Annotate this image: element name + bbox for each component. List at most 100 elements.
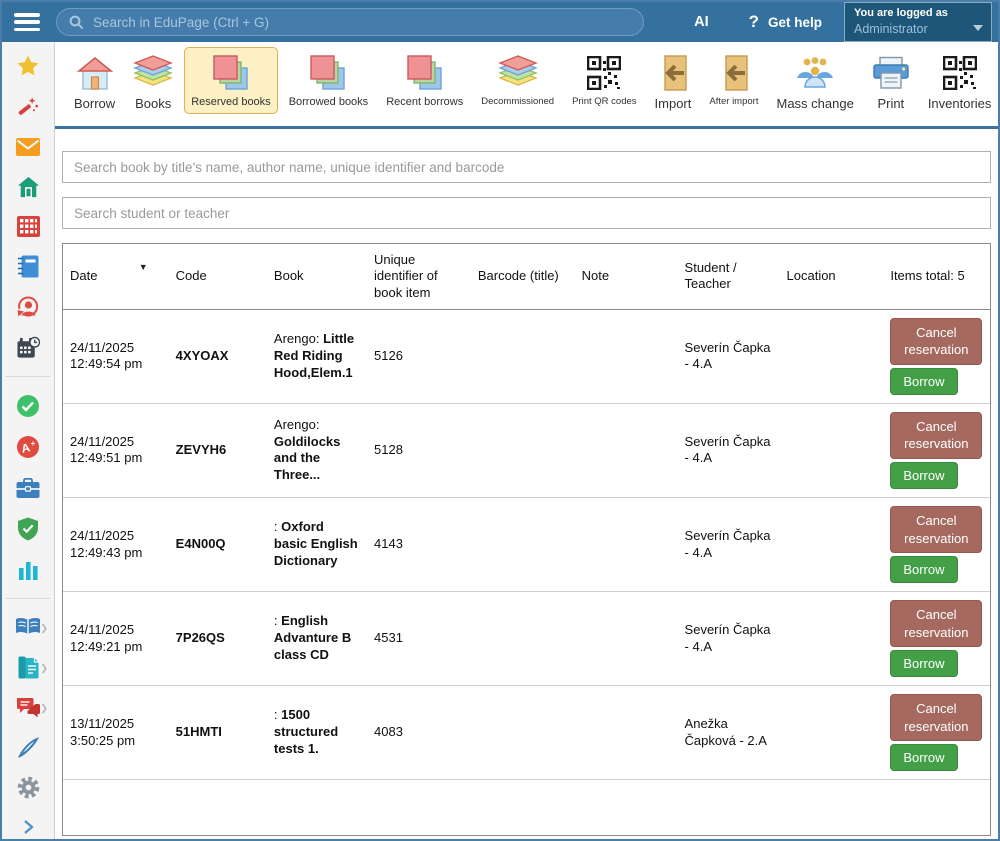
column-header-barcode[interactable]: Barcode (title): [471, 244, 575, 309]
toolbar-item-reserved-books[interactable]: Reserved books: [184, 47, 278, 114]
sidebar-item-substitution[interactable]: [15, 295, 41, 319]
toolbar-item-print[interactable]: Print: [865, 47, 917, 117]
toolbar-item-inventories[interactable]: Inventories: [921, 47, 999, 117]
column-header-location[interactable]: Location: [780, 244, 884, 309]
chat-bubbles-icon: [16, 697, 40, 718]
cell-note: [575, 592, 678, 686]
column-header-book[interactable]: Book: [267, 244, 367, 309]
content-area: Borrow Books Reserved books: [55, 42, 998, 839]
table-row: 24/11/202512:49:21 pm 7P26QS : English A…: [63, 592, 990, 686]
column-header-date[interactable]: ▼Date: [63, 244, 169, 309]
sidebar-item-security[interactable]: [15, 517, 41, 541]
cell-location: [780, 592, 884, 686]
toolbar-item-after-import[interactable]: After import: [702, 47, 765, 113]
sidebar-item-chat[interactable]: ❯: [15, 696, 41, 719]
cell-note: [575, 686, 678, 780]
cell-book: Arengo: Goldilocks and the Three...: [267, 403, 367, 497]
hamburger-menu-icon[interactable]: [14, 13, 40, 31]
stacked-squares-icon: [212, 54, 250, 92]
house-icon: [17, 176, 40, 198]
magic-wand-icon: [17, 96, 39, 118]
sidebar-item-messages-mail[interactable]: [15, 135, 41, 158]
sidebar-item-documents[interactable]: ❯: [15, 656, 41, 679]
cancel-reservation-button[interactable]: Cancel reservation: [890, 318, 982, 365]
reservations-table: ▼Date Code Book Unique identifier of boo…: [62, 243, 991, 836]
sidebar-divider: [6, 598, 50, 599]
cancel-reservation-button[interactable]: Cancel reservation: [890, 412, 982, 459]
expand-chevron-icon: [20, 819, 36, 835]
sidebar-item-library[interactable]: ❯: [15, 616, 41, 639]
cell-unique-identifier: 4083: [367, 686, 471, 780]
cell-code: 51HMTI: [169, 686, 267, 780]
toolbar-item-print-qr-codes[interactable]: Print QR codes: [565, 47, 643, 113]
logged-as-label: You are logged as: [854, 6, 973, 21]
cell-actions: Cancel reservation Borrow: [883, 309, 990, 403]
table-row: 24/11/202512:49:54 pm 4XYOAX Arengo: Lit…: [63, 309, 990, 403]
column-header-unique-identifier[interactable]: Unique identifier of book item: [367, 244, 471, 309]
sidebar-item-results[interactable]: [15, 558, 41, 581]
cell-barcode: [471, 309, 575, 403]
sidebar-item-classbook[interactable]: [15, 255, 41, 278]
edupage-library-window: AI ? Get help You are logged as Administ…: [0, 0, 1000, 841]
sidebar-item-attendance[interactable]: [15, 394, 41, 418]
column-header-items-total: Items total: 5: [883, 244, 990, 309]
borrow-button[interactable]: Borrow: [890, 368, 957, 395]
results-chart-icon: [18, 559, 39, 580]
cancel-reservation-button[interactable]: Cancel reservation: [890, 506, 982, 553]
borrow-button[interactable]: Borrow: [890, 650, 957, 677]
sidebar-item-wizard[interactable]: [15, 95, 41, 118]
book-search-input[interactable]: [62, 151, 991, 183]
documents-icon: [18, 656, 39, 679]
toolbar-item-borrowed-books[interactable]: Borrowed books: [282, 47, 376, 114]
toolbar-item-mass-change[interactable]: Mass change: [769, 47, 860, 117]
global-search[interactable]: [56, 8, 644, 36]
sidebar-expand-button[interactable]: [15, 816, 41, 839]
cell-barcode: [471, 686, 575, 780]
get-help-button[interactable]: ? Get help: [749, 12, 822, 32]
sort-desc-icon[interactable]: ▼: [139, 262, 148, 273]
toolbar-item-import[interactable]: Import: [648, 47, 699, 117]
cell-book: : Oxford basic English Dictionary: [267, 498, 367, 592]
borrow-button[interactable]: Borrow: [890, 556, 957, 583]
borrow-button[interactable]: Borrow: [890, 462, 957, 489]
cell-student: Severín Čapka - 4.A: [678, 498, 780, 592]
cell-location: [780, 686, 884, 780]
shield-check-icon: [17, 517, 39, 541]
calendar-clock-icon: [17, 336, 40, 359]
cell-book: : 1500 structured tests 1.: [267, 686, 367, 780]
borrow-button[interactable]: Borrow: [890, 744, 957, 771]
column-header-student-teacher[interactable]: Student / Teacher: [678, 244, 780, 309]
cell-barcode: [471, 403, 575, 497]
qr-code-icon: [943, 54, 977, 92]
person-search-input[interactable]: [62, 197, 991, 229]
search-icon: [69, 15, 84, 30]
sidebar-item-settings[interactable]: [15, 776, 41, 799]
global-search-input[interactable]: [93, 15, 631, 30]
sidebar-item-grades[interactable]: A+: [15, 435, 41, 459]
logged-in-dropdown[interactable]: You are logged as Administrator: [844, 2, 992, 42]
cell-unique-identifier: 5128: [367, 403, 471, 497]
sidebar-item-agenda[interactable]: [15, 336, 41, 359]
cancel-reservation-button[interactable]: Cancel reservation: [890, 600, 982, 647]
reserved-books-panel: ▼Date Code Book Unique identifier of boo…: [55, 129, 998, 839]
table-header-row: ▼Date Code Book Unique identifier of boo…: [63, 244, 990, 309]
cell-note: [575, 403, 678, 497]
sidebar-item-timetable[interactable]: [15, 215, 41, 238]
question-mark-icon: ?: [749, 12, 759, 32]
cell-unique-identifier: 4531: [367, 592, 471, 686]
cancel-reservation-button[interactable]: Cancel reservation: [890, 694, 982, 741]
sidebar-item-office[interactable]: [15, 476, 41, 499]
sidebar-item-school[interactable]: [15, 175, 41, 198]
toolbar-item-recent-borrows[interactable]: Recent borrows: [379, 47, 470, 114]
sidebar-item-sign[interactable]: [15, 736, 41, 759]
column-header-code[interactable]: Code: [169, 244, 267, 309]
toolbar-item-decommissioned[interactable]: Decommissioned: [474, 47, 561, 113]
toolbar-item-books[interactable]: Books: [126, 47, 180, 117]
cell-code: 7P26QS: [169, 592, 267, 686]
column-header-note[interactable]: Note: [575, 244, 678, 309]
cell-note: [575, 498, 678, 592]
sidebar-item-favorites[interactable]: [15, 54, 41, 78]
toolbar-item-borrow[interactable]: Borrow: [67, 47, 122, 117]
ai-button[interactable]: AI: [694, 14, 709, 30]
sidebar-divider: [6, 376, 50, 377]
